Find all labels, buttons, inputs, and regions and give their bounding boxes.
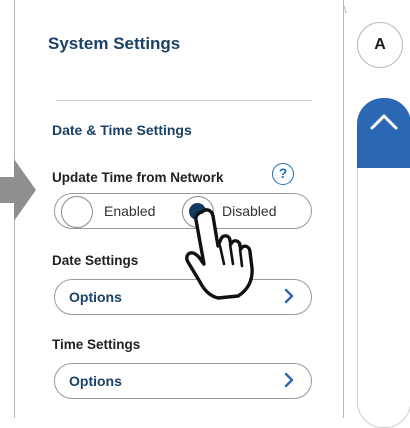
question-circle-icon[interactable]: ? — [272, 163, 294, 185]
time-settings-label: Time Settings — [52, 337, 141, 352]
page-title: System Settings — [48, 34, 181, 53]
time-options-label: Options — [69, 373, 122, 389]
chevron-right-icon — [284, 288, 294, 304]
right-arrow-icon — [0, 159, 36, 221]
network-time-label: Update Time from Network — [52, 170, 224, 185]
chevron-right-icon — [284, 372, 294, 388]
section-title: Date & Time Settings — [52, 122, 192, 138]
divider — [56, 100, 312, 101]
scroll-up-button[interactable] — [357, 98, 410, 168]
date-settings-label: Date Settings — [52, 253, 139, 268]
time-options-button[interactable]: Options — [54, 363, 312, 399]
avatar[interactable]: A — [357, 22, 403, 68]
radio-enabled-label: Enabled — [104, 203, 156, 219]
date-options-label: Options — [69, 289, 122, 305]
chevron-up-icon — [370, 114, 398, 130]
hand-pointer-icon — [185, 208, 254, 300]
radio-enabled[interactable] — [61, 196, 93, 228]
